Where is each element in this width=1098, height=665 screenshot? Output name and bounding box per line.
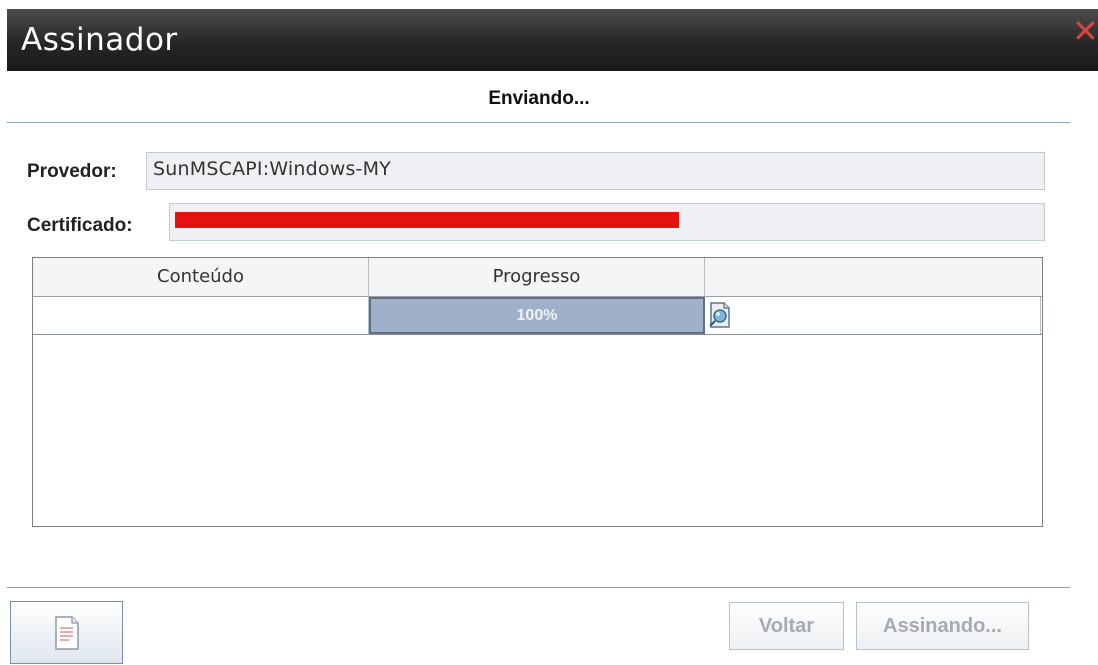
view-document-icon[interactable] bbox=[707, 301, 733, 329]
progress-bar: 100% bbox=[369, 297, 705, 334]
title-bar: Assinador bbox=[7, 9, 1098, 71]
document-icon bbox=[53, 615, 81, 651]
certificate-field bbox=[169, 203, 1045, 241]
provider-label: Provedor: bbox=[27, 161, 117, 182]
document-button[interactable] bbox=[10, 601, 123, 664]
provider-value: SunMSCAPI:Windows-MY bbox=[153, 158, 391, 180]
progress-label: 100% bbox=[516, 307, 558, 324]
table-row[interactable]: 100% bbox=[33, 297, 1042, 335]
close-icon[interactable]: ✕ bbox=[1072, 15, 1098, 47]
column-header-progress[interactable]: Progresso bbox=[369, 258, 705, 296]
window-title: Assinador bbox=[21, 22, 178, 58]
signing-button[interactable]: Assinando... bbox=[856, 602, 1029, 650]
provider-field: SunMSCAPI:Windows-MY bbox=[146, 152, 1045, 190]
certificate-label: Certificado: bbox=[27, 215, 133, 236]
back-button[interactable]: Voltar bbox=[729, 602, 844, 650]
dialog-content: Enviando... Provedor: SunMSCAPI:Windows-… bbox=[7, 71, 1098, 665]
column-divider bbox=[1040, 297, 1041, 334]
column-header-content[interactable]: Conteúdo bbox=[33, 258, 369, 296]
status-text: Enviando... bbox=[488, 88, 590, 109]
table-header: Conteúdo Progresso bbox=[33, 258, 1042, 297]
column-header-action[interactable] bbox=[705, 258, 1042, 296]
certificate-value-redacted bbox=[175, 212, 679, 228]
content-table[interactable]: Conteúdo Progresso 100% bbox=[32, 257, 1043, 527]
separator bbox=[7, 587, 1070, 588]
separator bbox=[7, 122, 1070, 123]
